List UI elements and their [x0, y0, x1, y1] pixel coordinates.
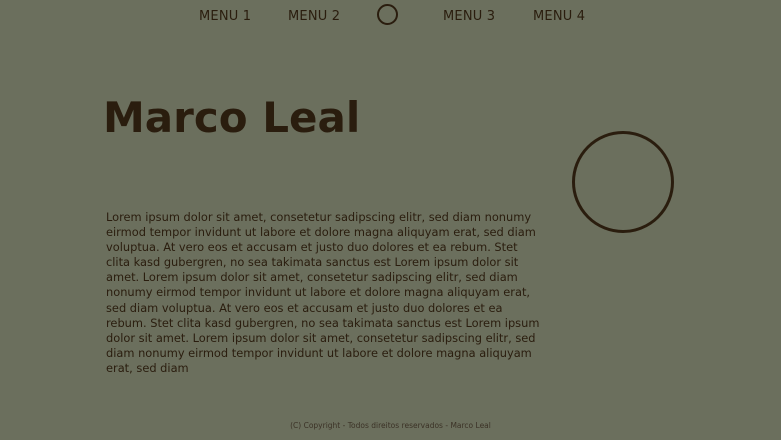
nav-menu-1[interactable]: MENU 1 [199, 9, 251, 24]
nav-menu-4[interactable]: MENU 4 [533, 9, 585, 24]
footer-copyright: (C) Copyright - Todos direitos reservado… [290, 421, 491, 430]
decorative-circle-icon [572, 131, 674, 233]
logo-circle-icon[interactable] [377, 4, 398, 25]
top-nav: MENU 1 MENU 2 MENU 3 MENU 4 [0, 0, 781, 34]
nav-menu-3[interactable]: MENU 3 [443, 9, 495, 24]
intro-paragraph: Lorem ipsum dolor sit amet, consetetur s… [106, 210, 540, 375]
page-title: Marco Leal [103, 93, 361, 142]
nav-menu-2[interactable]: MENU 2 [288, 9, 340, 24]
